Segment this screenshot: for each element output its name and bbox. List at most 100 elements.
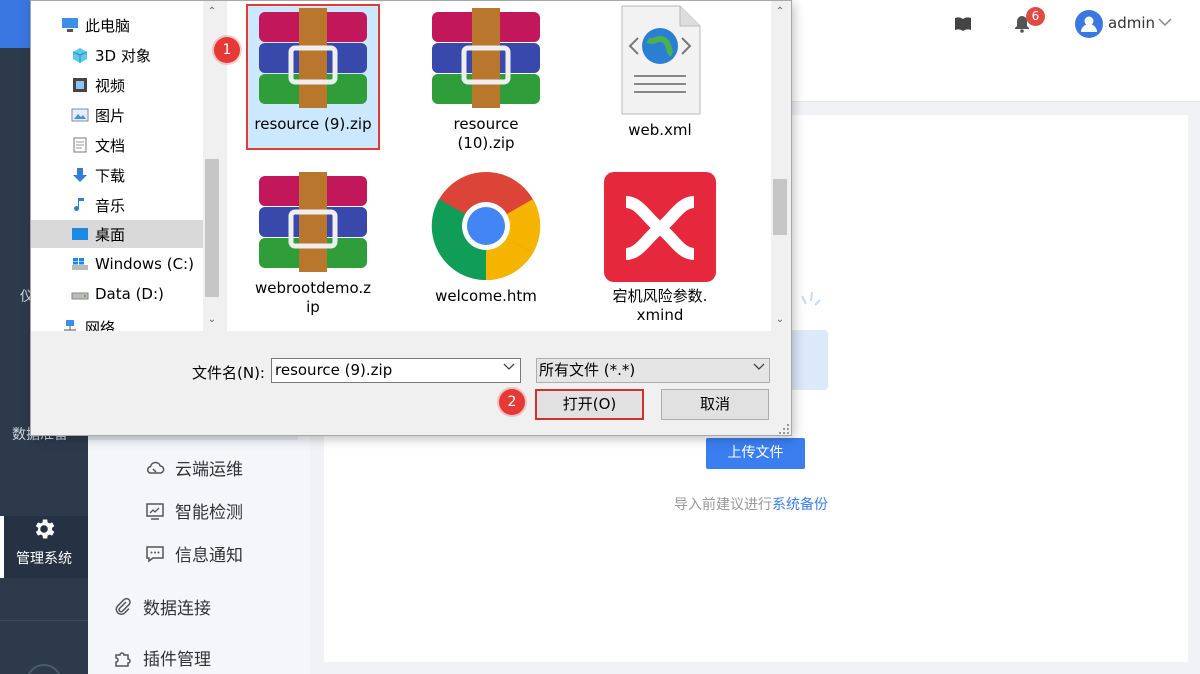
cloud-wrench-icon <box>147 461 165 474</box>
file-item[interactable]: 宕机风险参数. xmind <box>590 172 730 325</box>
submenu-label: 智能检测 <box>175 503 243 523</box>
file-name: welcome.htm <box>435 287 537 305</box>
computer-icon <box>61 17 79 33</box>
tree-label: 音乐 <box>95 196 126 215</box>
film-icon <box>71 77 89 93</box>
filename-label: 文件名(N): <box>192 364 265 382</box>
file-name-line2: ip <box>306 298 320 316</box>
file-name: resource (9).zip <box>254 115 372 133</box>
file-item[interactable]: resource (9).zip <box>243 8 383 134</box>
submenu-label: 插件管理 <box>143 650 211 670</box>
tree-item-network[interactable]: 网络 <box>61 313 203 331</box>
tree-item-desktop[interactable]: 桌面 <box>31 220 203 248</box>
document-icon <box>71 137 89 153</box>
files-scrollbar[interactable]: ⌃ ⌄ <box>771 1 789 331</box>
message-dots-icon <box>146 545 164 562</box>
scroll-up-arrow-icon[interactable]: ⌃ <box>203 5 221 19</box>
resize-grip-icon[interactable] <box>779 424 789 434</box>
cube-3d-icon <box>71 47 89 63</box>
submenu-item-plugins[interactable]: 插件管理 <box>113 645 211 670</box>
tree-scroll-thumb[interactable] <box>205 159 219 297</box>
chevron-down-icon[interactable] <box>1158 18 1172 27</box>
tree-label: Data (D:) <box>95 285 164 303</box>
file-name-line2: xmind <box>636 306 684 324</box>
submenu-item-notifications[interactable]: 信息通知 <box>145 541 243 566</box>
tree-item-music[interactable]: 音乐 <box>71 191 203 219</box>
file-name-line2: (10).zip <box>457 134 515 152</box>
winrar-archive-icon <box>259 172 367 272</box>
tree-item-documents[interactable]: 文档 <box>71 131 203 159</box>
tree-label: 视频 <box>95 76 126 95</box>
rail-avatar[interactable] <box>26 664 62 674</box>
cancel-button[interactable]: 取消 <box>661 389 769 420</box>
submenu-label: 信息通知 <box>175 546 243 566</box>
filename-input[interactable]: resource (9).zip <box>271 358 521 383</box>
file-item[interactable]: welcome.htm <box>416 170 556 306</box>
open-button[interactable]: 打开(O) <box>535 389 644 420</box>
step-marker: 2 <box>499 389 525 415</box>
tree-label: 下载 <box>95 166 126 185</box>
rail-divider <box>0 620 88 621</box>
upload-illustration-icon <box>790 291 828 390</box>
submenu-label: 数据连接 <box>143 599 211 619</box>
submenu-active-strip <box>88 436 298 440</box>
tree-label: 此电脑 <box>85 16 131 35</box>
chrome-icon <box>431 172 541 281</box>
tree-item-3d-objects[interactable]: 3D 对象 <box>71 41 203 69</box>
windows-drive-icon <box>71 256 89 272</box>
tree-label: 桌面 <box>95 225 126 244</box>
drive-icon <box>71 286 89 302</box>
file-item[interactable]: web.xml <box>590 4 730 140</box>
paperclip-icon <box>115 597 131 615</box>
tree-item-this-pc[interactable]: 此电脑 <box>61 11 203 39</box>
submenu-item-smart-detect[interactable]: 智能检测 <box>145 498 243 523</box>
scroll-down-arrow-icon[interactable]: ⌄ <box>771 313 789 327</box>
tree-item-pictures[interactable]: 图片 <box>71 101 203 129</box>
rail-label-manage-system: 管理系统 <box>16 551 72 567</box>
step-marker: 1 <box>214 37 240 63</box>
network-icon <box>61 319 79 331</box>
tree-item-downloads[interactable]: 下载 <box>71 161 203 189</box>
puzzle-icon <box>115 651 131 667</box>
username[interactable]: admin <box>1108 14 1155 32</box>
tree-item-data-d[interactable]: Data (D:) <box>71 280 203 308</box>
file-item[interactable]: webrootdemo.z ip <box>243 172 383 317</box>
winrar-archive-icon <box>259 8 367 108</box>
gear-icon <box>35 519 55 539</box>
scroll-up-arrow-icon[interactable]: ⌃ <box>771 5 789 19</box>
file-item[interactable]: resource (10).zip <box>416 8 556 153</box>
tree-label: 3D 对象 <box>95 46 151 65</box>
tree-label: 文档 <box>95 136 126 155</box>
rail-item-manage-system[interactable]: 管理系统 <box>0 516 88 578</box>
chevron-down-icon[interactable] <box>753 363 765 371</box>
files-scroll-thumb[interactable] <box>773 179 787 235</box>
tree-label: 图片 <box>95 106 126 125</box>
user-avatar-icon[interactable] <box>1075 10 1103 38</box>
submenu-label: 云端运维 <box>175 460 243 480</box>
tree-item-videos[interactable]: 视频 <box>71 71 203 99</box>
desktop-icon <box>71 226 89 242</box>
tree-item-windows-c[interactable]: Windows (C:) <box>71 250 203 278</box>
notification-badge: 6 <box>1026 7 1045 26</box>
xmind-icon <box>604 172 716 282</box>
upload-file-button[interactable]: 上传文件 <box>706 438 805 469</box>
submenu-item-data-connection[interactable]: 数据连接 <box>113 594 211 619</box>
picture-icon <box>71 107 89 123</box>
backup-hint: 导入前建议进行系统备份 <box>674 494 828 514</box>
filetype-select[interactable]: 所有文件 (*.*) <box>536 358 770 383</box>
book-icon[interactable] <box>954 16 972 32</box>
file-name: 宕机风险参数. <box>612 287 708 305</box>
navigation-tree: 此电脑 3D 对象 视频 图片 文档 下载 音乐 桌面 Windows (C:)… <box>31 1 203 331</box>
tree-label: Windows (C:) <box>95 255 194 273</box>
file-name: resource <box>453 115 519 133</box>
submenu-item-cloud-ops[interactable]: 云端运维 <box>145 455 243 480</box>
monitor-chart-icon <box>146 502 164 520</box>
tree-label: 网络 <box>85 318 116 332</box>
chevron-down-icon[interactable] <box>503 363 515 371</box>
scroll-down-arrow-icon[interactable]: ⌄ <box>203 313 221 327</box>
system-backup-link[interactable]: 系统备份 <box>772 497 828 513</box>
xml-globe-icon <box>621 5 701 115</box>
file-name: web.xml <box>628 121 692 139</box>
file-name: webrootdemo.z <box>254 279 371 297</box>
backup-hint-text: 导入前建议进行 <box>674 497 772 513</box>
